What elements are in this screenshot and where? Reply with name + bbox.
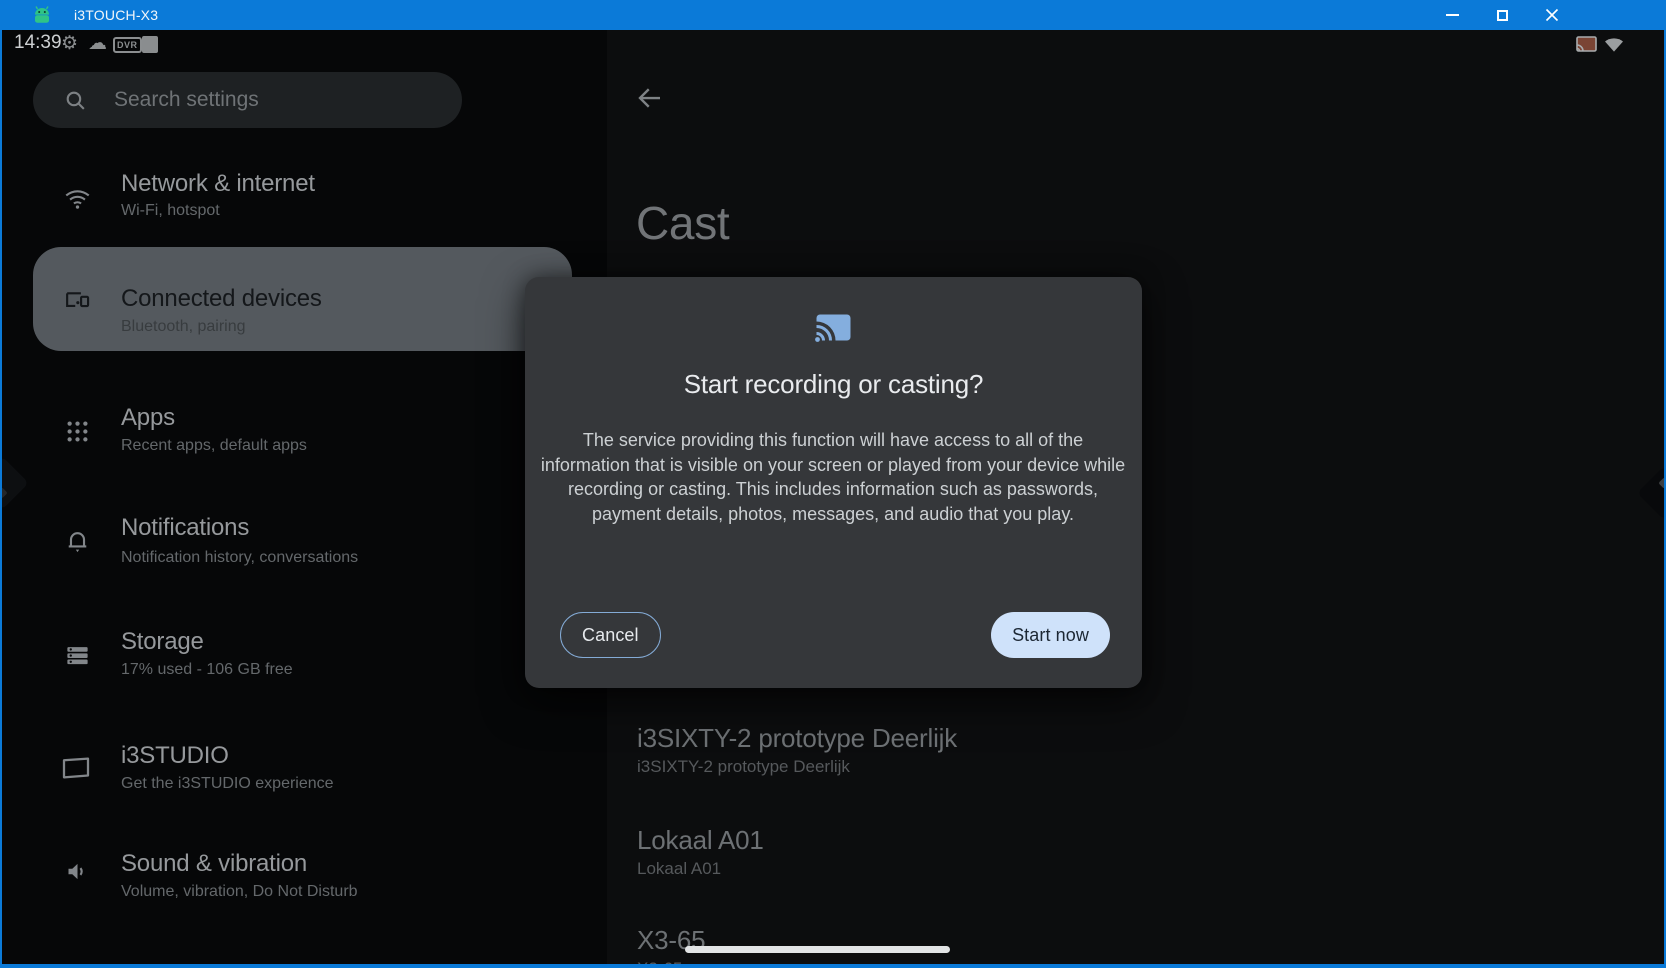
dialog-body-text: The service providing this function will… bbox=[539, 428, 1127, 526]
cast-permission-dialog: Start recording or casting? The service … bbox=[525, 277, 1142, 688]
window-title: i3TOUCH-X3 bbox=[74, 7, 158, 23]
display-icon bbox=[60, 752, 92, 784]
window-titlebar: i3TOUCH-X3 bbox=[2, 0, 1664, 30]
back-arrow-icon[interactable] bbox=[635, 83, 665, 113]
search-input[interactable] bbox=[114, 88, 414, 112]
sidebar-item-subtitle: Wi-Fi, hotspot bbox=[121, 202, 220, 220]
page-title: Cast bbox=[636, 196, 729, 250]
devices-icon bbox=[64, 286, 91, 313]
wifi-icon bbox=[64, 185, 91, 212]
cancel-button[interactable]: Cancel bbox=[560, 612, 661, 658]
sidebar-item-subtitle: Notification history, conversations bbox=[121, 549, 358, 567]
sidebar-item-subtitle: Volume, vibration, Do Not Disturb bbox=[121, 883, 358, 901]
sidebar-item-title: Network & internet bbox=[121, 170, 315, 198]
status-clock: 14:39 bbox=[14, 32, 62, 54]
sidebar-item-title: Storage bbox=[121, 628, 204, 656]
cast-device-name: i3SIXTY-2 prototype Deerlijk bbox=[637, 723, 957, 754]
wifi-status-icon bbox=[1604, 37, 1624, 52]
settings-search-bar[interactable] bbox=[33, 72, 462, 128]
sidebar-item-subtitle: 17% used - 106 GB free bbox=[121, 661, 293, 679]
left-handle-dot-icon bbox=[0, 487, 8, 498]
sidebar-item-title: Sound & vibration bbox=[121, 850, 307, 878]
minimize-button[interactable] bbox=[1429, 0, 1475, 30]
gear-icon: ⚙ bbox=[61, 33, 78, 55]
recents-square-icon bbox=[142, 36, 158, 53]
minimize-icon bbox=[1446, 14, 1459, 16]
close-icon bbox=[1545, 8, 1559, 22]
cast-device-description: i3SIXTY-2 prototype Deerlijk bbox=[637, 757, 850, 777]
sidebar-item-title: i3STUDIO bbox=[121, 742, 229, 770]
maximize-button[interactable] bbox=[1479, 0, 1525, 30]
cloud-icon: ☁ bbox=[88, 33, 107, 55]
close-button[interactable] bbox=[1529, 0, 1575, 30]
right-handle-dot-icon bbox=[1658, 477, 1666, 488]
sidebar-item-title: Apps bbox=[121, 404, 175, 432]
cast-icon bbox=[815, 313, 852, 342]
window-bottom-border bbox=[2, 964, 1664, 968]
bell-icon bbox=[64, 528, 91, 555]
apps-grid-icon bbox=[64, 418, 91, 445]
search-icon bbox=[63, 88, 88, 113]
cast-connected-icon bbox=[1576, 36, 1597, 52]
dvr-badge-icon: DVR bbox=[113, 37, 142, 53]
gesture-navigation-handle[interactable] bbox=[685, 946, 950, 953]
app-logo-android-icon bbox=[30, 5, 54, 24]
start-now-button[interactable]: Start now bbox=[991, 612, 1110, 658]
app-window: i3TOUCH-X3 14:39 ⚙ ☁ DVR Network & inter… bbox=[0, 0, 1666, 968]
sidebar-item-title: Connected devices bbox=[121, 285, 322, 313]
dialog-title: Start recording or casting? bbox=[525, 369, 1142, 400]
speaker-icon bbox=[64, 858, 91, 885]
cast-device-name: Lokaal A01 bbox=[637, 825, 764, 856]
sidebar-item-subtitle: Bluetooth, pairing bbox=[121, 318, 246, 336]
cast-device-description: Lokaal A01 bbox=[637, 859, 721, 879]
maximize-icon bbox=[1497, 10, 1508, 21]
sidebar-item-subtitle: Get the i3STUDIO experience bbox=[121, 775, 334, 793]
sidebar-item-title: Notifications bbox=[121, 514, 249, 542]
storage-icon bbox=[64, 642, 91, 669]
sidebar-item-subtitle: Recent apps, default apps bbox=[121, 437, 307, 455]
